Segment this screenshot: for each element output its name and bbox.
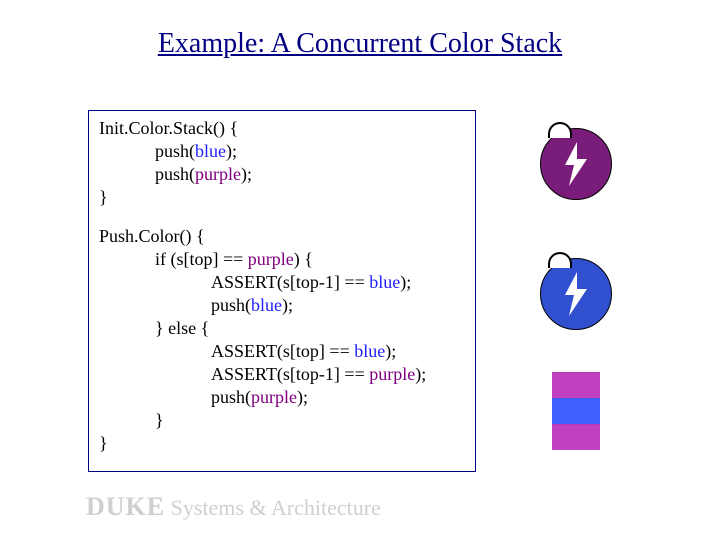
text: ASSERT(s[top-1] == — [211, 364, 369, 384]
stack-cell — [552, 398, 600, 424]
thread-arc-icon — [548, 122, 572, 138]
code-line: } else { — [99, 317, 465, 340]
text: ); — [297, 387, 308, 407]
thread-icon-blue — [540, 258, 612, 330]
footer-logo: DUKE — [86, 492, 165, 521]
color-purple: purple — [195, 164, 241, 184]
lightning-icon — [559, 141, 593, 187]
thread-icon-purple — [540, 128, 612, 200]
text: ); — [400, 272, 411, 292]
stack-cell — [552, 424, 600, 450]
text: ); — [241, 164, 252, 184]
text: if (s[top] == — [155, 249, 248, 269]
code-line: push(purple); — [99, 386, 465, 409]
text: ); — [226, 141, 237, 161]
code-line: ASSERT(s[top-1] == purple); — [99, 363, 465, 386]
code-line: push(blue); — [99, 140, 465, 163]
text: ) { — [294, 249, 313, 269]
code-line: ASSERT(s[top] == blue); — [99, 340, 465, 363]
code-line: if (s[top] == purple) { — [99, 248, 465, 271]
footer-text: Systems & Architecture — [165, 495, 381, 520]
stack-visual — [552, 372, 600, 450]
color-purple: purple — [369, 364, 415, 384]
code-line: } — [99, 432, 465, 455]
text: ); — [385, 341, 396, 361]
color-purple: purple — [251, 387, 297, 407]
code-line: Push.Color() { — [99, 225, 465, 248]
stack-cell — [552, 372, 600, 398]
code-line: push(purple); — [99, 163, 465, 186]
color-blue: blue — [369, 272, 400, 292]
thread-arc-icon — [548, 252, 572, 268]
text: ); — [282, 295, 293, 315]
color-purple: purple — [248, 249, 294, 269]
lightning-icon — [559, 271, 593, 317]
footer: DUKE Systems & Architecture — [86, 492, 381, 522]
code-line: Init.Color.Stack() { — [99, 117, 465, 140]
code-line: } — [99, 186, 465, 209]
color-blue: blue — [354, 341, 385, 361]
text: ); — [415, 364, 426, 384]
spacer — [99, 209, 465, 225]
code-line: } — [99, 409, 465, 432]
color-blue: blue — [195, 141, 226, 161]
text: push( — [211, 295, 251, 315]
code-box: Init.Color.Stack() { push(blue); push(pu… — [88, 110, 476, 472]
page-title: Example: A Concurrent Color Stack — [0, 28, 720, 60]
text: push( — [155, 164, 195, 184]
color-blue: blue — [251, 295, 282, 315]
text: ASSERT(s[top] == — [211, 341, 354, 361]
text: push( — [211, 387, 251, 407]
text: ASSERT(s[top-1] == — [211, 272, 369, 292]
code-line: ASSERT(s[top-1] == blue); — [99, 271, 465, 294]
code-line: push(blue); — [99, 294, 465, 317]
text: push( — [155, 141, 195, 161]
